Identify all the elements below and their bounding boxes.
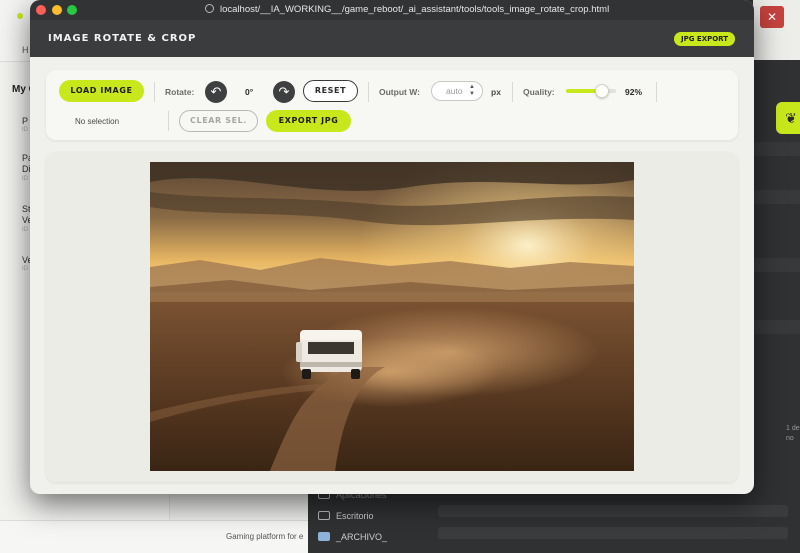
output-width-value: auto [446, 86, 463, 96]
window-minimize-button[interactable] [52, 5, 62, 15]
background-strip [748, 258, 800, 272]
background-list-item[interactable]: P [22, 116, 28, 127]
browser-titlebar: localhost/__IA_WORKING__/game_reboot/_ai… [30, 0, 754, 20]
background-footer: Gaming platform for e [0, 520, 330, 553]
selection-status: No selection [75, 117, 120, 126]
background-list-item-sub: ID [22, 127, 28, 133]
browser-window: localhost/__IA_WORKING__/game_reboot/_ai… [30, 0, 754, 494]
output-width-label: Output W: [379, 87, 420, 97]
quality-value: 92% [625, 87, 643, 97]
address-bar[interactable]: localhost/__IA_WORKING__/game_reboot/_ai… [205, 4, 609, 15]
url-text: localhost/__IA_WORKING__/game_reboot/_ai… [220, 4, 610, 15]
background-list-item-sub: ID [22, 176, 28, 182]
rotate-left-icon[interactable]: ↶ [205, 81, 227, 103]
rotate-value: 0° [245, 87, 254, 97]
folder-icon [318, 532, 330, 541]
divider [512, 82, 513, 102]
globe-icon [205, 4, 214, 13]
divider [154, 82, 155, 102]
image-canvas-area [46, 152, 738, 482]
output-width-input[interactable]: auto ▲ ▼ [431, 81, 483, 101]
background-list-item-sub: ID [22, 227, 28, 233]
divider [368, 82, 369, 102]
width-unit: px [491, 87, 501, 97]
background-bar [438, 527, 788, 539]
finder-item[interactable]: Escritorio [318, 511, 374, 521]
rotate-right-icon[interactable]: ↷ [273, 81, 295, 103]
reset-button[interactable]: RESET [303, 80, 358, 102]
desert-van-photo [150, 162, 634, 471]
background-strip [748, 190, 800, 204]
background-side-text: no [786, 435, 794, 442]
window-zoom-button[interactable] [67, 5, 77, 15]
window-close-button[interactable] [36, 5, 46, 15]
leaf-icon[interactable]: ❦ [776, 102, 800, 134]
stepper-icon[interactable]: ▲ ▼ [469, 84, 475, 98]
van-illustration [296, 330, 362, 379]
image-preview[interactable] [150, 162, 634, 471]
toolbar: LOAD IMAGE Rotate: ↶ 0° ↷ RESET Output W… [46, 70, 738, 140]
clear-selection-button[interactable]: CLEAR SEL. [179, 110, 258, 132]
app-title: IMAGE ROTATE & CROP [48, 33, 197, 44]
finder-item[interactable]: _ARCHIVO_ [318, 532, 387, 542]
background-strip [748, 142, 800, 156]
quality-slider-handle[interactable] [595, 84, 609, 98]
export-jpg-button[interactable]: EXPORT JPG [266, 110, 351, 132]
background-strip [748, 320, 800, 334]
format-badge: JPG EXPORT [674, 32, 736, 46]
quality-slider[interactable] [566, 84, 616, 98]
background-list-item-sub: ID [22, 266, 28, 272]
load-image-button[interactable]: LOAD IMAGE [59, 80, 144, 102]
desktop-icon [318, 511, 330, 520]
rotate-label: Rotate: [165, 87, 195, 97]
background-footer-text: Gaming platform for e [226, 532, 304, 541]
quality-label: Quality: [523, 87, 555, 97]
close-icon[interactable]: ✕ [760, 6, 784, 28]
divider [168, 111, 169, 131]
background-bar [438, 505, 788, 517]
divider [656, 82, 657, 102]
background-side-text: 1 de [786, 425, 800, 432]
background-header-letter: H [22, 45, 29, 55]
app-header: IMAGE ROTATE & CROP JPG EXPORT [30, 20, 754, 57]
status-dot [17, 13, 23, 19]
